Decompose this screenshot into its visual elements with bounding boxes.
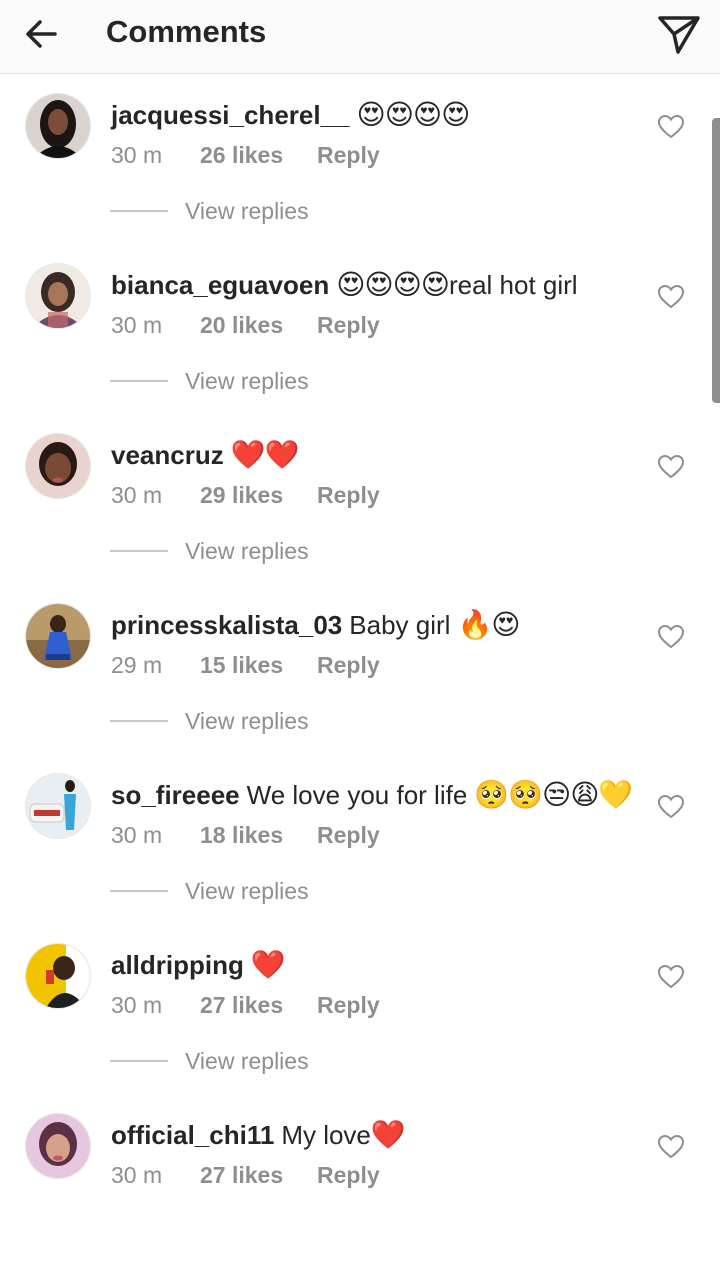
view-replies-button[interactable]: View replies bbox=[185, 366, 309, 396]
avatar[interactable] bbox=[26, 264, 90, 328]
like-button[interactable] bbox=[656, 792, 686, 822]
comment-likes-count[interactable]: 29 likes bbox=[200, 478, 283, 512]
reply-button[interactable]: Reply bbox=[317, 138, 380, 172]
comment-timestamp: 30 m bbox=[111, 822, 163, 848]
comment-username[interactable]: jacquessi_cherel__ bbox=[111, 100, 350, 130]
view-replies-divider bbox=[110, 380, 168, 382]
reply-button[interactable]: Reply bbox=[317, 648, 380, 682]
comment-text-line: jacquessi_cherel__ 😍😍😍😍 bbox=[111, 94, 471, 136]
heart-icon bbox=[657, 964, 685, 989]
comment-likes-count[interactable]: 15 likes bbox=[200, 648, 283, 682]
reply-button[interactable]: Reply bbox=[317, 988, 380, 1022]
comment-item: so_fireeee We love you for life 🥺🥺😒😩💛 30 m… bbox=[0, 774, 720, 944]
comment-timestamp: 30 m bbox=[111, 1162, 163, 1188]
comment-item: bianca_eguavoen 😍😍😍😍real hot girl 30 m 20… bbox=[0, 264, 720, 434]
heart-icon bbox=[657, 284, 685, 309]
view-replies-divider bbox=[110, 890, 168, 892]
like-button[interactable] bbox=[656, 282, 686, 312]
comment-emoji: ❤️ bbox=[370, 1119, 406, 1150]
comment-text-line: alldripping ❤️ bbox=[111, 944, 286, 986]
comment-text-line: bianca_eguavoen 😍😍😍😍real hot girl bbox=[111, 264, 578, 306]
comment-timestamp: 30 m bbox=[111, 992, 163, 1018]
comment-item: official_chi11 My love❤️ 30 m 27 likes Re… bbox=[0, 1114, 720, 1284]
view-replies-button[interactable]: View replies bbox=[185, 706, 309, 736]
comment-text: real hot girl bbox=[448, 270, 578, 300]
comment-username[interactable]: princesskalista_03 bbox=[111, 610, 342, 640]
comment-item: veancruz ❤️❤️ 30 m 29 likes Reply View re… bbox=[0, 434, 720, 604]
like-button[interactable] bbox=[656, 962, 686, 992]
page-title: Comments bbox=[106, 14, 267, 49]
avatar[interactable] bbox=[26, 94, 90, 158]
heart-icon bbox=[657, 624, 685, 649]
avatar[interactable] bbox=[26, 944, 90, 1008]
back-button[interactable] bbox=[20, 12, 64, 56]
view-replies-button[interactable]: View replies bbox=[185, 196, 309, 226]
comment-item: princesskalista_03 Baby girl 🔥😍 29 m 15 li… bbox=[0, 604, 720, 774]
comment-username[interactable]: veancruz bbox=[111, 440, 224, 470]
heart-icon bbox=[657, 1134, 685, 1159]
comment-timestamp: 29 m bbox=[111, 652, 163, 678]
arrow-left-icon bbox=[26, 20, 57, 48]
view-replies-divider bbox=[110, 550, 168, 552]
comment-item: alldripping ❤️ 30 m 27 likes Reply View r… bbox=[0, 944, 720, 1114]
heart-icon bbox=[657, 114, 685, 139]
share-button[interactable] bbox=[654, 10, 704, 58]
reply-button[interactable]: Reply bbox=[317, 818, 380, 852]
avatar[interactable] bbox=[26, 774, 90, 838]
reply-button[interactable]: Reply bbox=[317, 478, 380, 512]
comment-emoji: ❤️❤️ bbox=[230, 439, 300, 470]
comment-text: My love bbox=[281, 1120, 371, 1150]
view-replies-divider bbox=[110, 720, 168, 722]
heart-icon bbox=[657, 454, 685, 479]
avatar[interactable] bbox=[26, 1114, 90, 1178]
comment-text-line: official_chi11 My love❤️ bbox=[111, 1114, 406, 1156]
view-replies-button[interactable]: View replies bbox=[185, 876, 309, 906]
view-replies-button[interactable]: View replies bbox=[185, 536, 309, 566]
comment-timestamp: 30 m bbox=[111, 482, 163, 508]
view-replies-divider bbox=[110, 1060, 168, 1062]
paper-plane-icon bbox=[658, 16, 700, 54]
comment-likes-count[interactable]: 18 likes bbox=[200, 818, 283, 852]
comment-timestamp: 30 m bbox=[111, 312, 163, 338]
comment-text-line: so_fireeee We love you for life 🥺🥺😒😩💛 bbox=[111, 774, 633, 816]
comment-text: Baby girl bbox=[349, 610, 451, 640]
like-button[interactable] bbox=[656, 452, 686, 482]
comment-emoji: 🥺🥺😒😩💛 bbox=[474, 779, 633, 810]
like-button[interactable] bbox=[656, 112, 686, 142]
comment-emoji: 🔥😍 bbox=[457, 609, 520, 640]
comment-text-line: veancruz ❤️❤️ bbox=[111, 434, 300, 476]
top-bar: Comments bbox=[0, 0, 720, 74]
view-replies-divider bbox=[110, 210, 168, 212]
comment-text-line: princesskalista_03 Baby girl 🔥😍 bbox=[111, 604, 521, 646]
avatar[interactable] bbox=[26, 604, 90, 668]
like-button[interactable] bbox=[656, 1132, 686, 1162]
comment-timestamp: 30 m bbox=[111, 142, 163, 168]
comment-username[interactable]: so_fireeee bbox=[111, 780, 240, 810]
comment-likes-count[interactable]: 20 likes bbox=[200, 308, 283, 342]
comment-likes-count[interactable]: 26 likes bbox=[200, 138, 283, 172]
comment-likes-count[interactable]: 27 likes bbox=[200, 1158, 283, 1192]
comment-username[interactable]: alldripping bbox=[111, 950, 244, 980]
comment-likes-count[interactable]: 27 likes bbox=[200, 988, 283, 1022]
like-button[interactable] bbox=[656, 622, 686, 652]
view-replies-button[interactable]: View replies bbox=[185, 1046, 309, 1076]
comment-item: jacquessi_cherel__ 😍😍😍😍 30 m 26 likes Rep… bbox=[0, 94, 720, 264]
comment-text: We love you for life bbox=[246, 780, 468, 810]
reply-button[interactable]: Reply bbox=[317, 1158, 380, 1192]
comment-emoji: ❤️ bbox=[250, 949, 286, 980]
comment-username[interactable]: bianca_eguavoen bbox=[111, 270, 329, 300]
comment-emoji: 😍😍😍😍 bbox=[356, 99, 471, 130]
comment-emoji: 😍😍😍😍 bbox=[336, 269, 450, 300]
heart-icon bbox=[657, 794, 685, 819]
avatar[interactable] bbox=[26, 434, 90, 498]
reply-button[interactable]: Reply bbox=[317, 308, 380, 342]
comment-username[interactable]: official_chi11 bbox=[111, 1120, 274, 1150]
